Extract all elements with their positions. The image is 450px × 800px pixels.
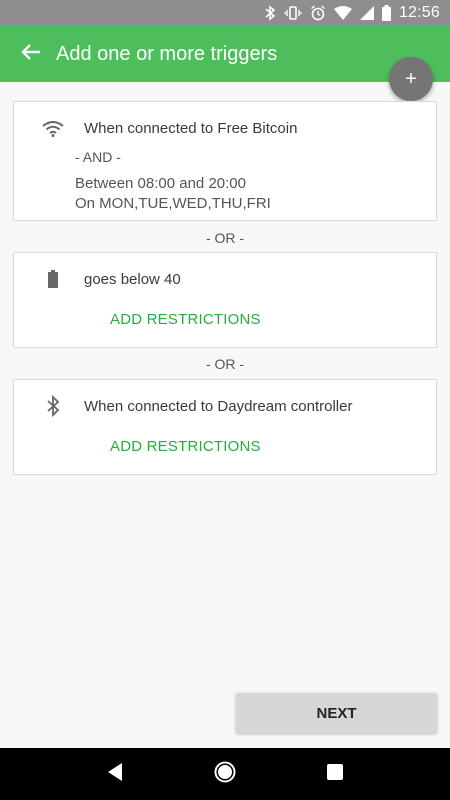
battery-status-icon: [381, 5, 391, 21]
status-time: 12:56: [398, 4, 440, 21]
app-bar: Add one or more triggers: [0, 26, 450, 82]
or-separator: - OR -: [205, 356, 245, 372]
days-text: On MON,TUE,WED,THU,FRI: [75, 195, 271, 212]
bluetooth-status-icon: [264, 5, 276, 21]
bluetooth-icon: [42, 395, 64, 417]
trigger-text: goes below 40: [84, 271, 181, 288]
back-button[interactable]: [3, 26, 59, 82]
plus-icon: +: [405, 67, 417, 90]
nav-home-icon: [213, 760, 237, 789]
vibrate-icon: [284, 5, 302, 21]
or-separator: - OR -: [205, 230, 245, 246]
battery-icon: [42, 268, 64, 290]
wifi-status-icon: [333, 6, 352, 20]
wifi-icon: [42, 118, 64, 140]
trigger-text: When connected to Daydream controller: [84, 398, 353, 415]
next-button[interactable]: NEXT: [236, 693, 437, 733]
trigger-card-wifi[interactable]: When connected to Free Bitcoin - AND - B…: [13, 101, 437, 221]
trigger-card-battery[interactable]: goes below 40 ADD RESTRICTIONS: [13, 252, 437, 348]
nav-recents-button[interactable]: [311, 750, 359, 798]
trigger-card-bluetooth[interactable]: When connected to Daydream controller AD…: [13, 379, 437, 475]
navigation-bar: [0, 748, 450, 800]
time-range-text: Between 08:00 and 20:00: [75, 175, 246, 192]
add-trigger-button[interactable]: +: [389, 57, 433, 101]
nav-recents-icon: [326, 763, 344, 786]
nav-back-button[interactable]: [91, 750, 139, 798]
and-label: - AND -: [75, 149, 121, 165]
trigger-text: When connected to Free Bitcoin: [84, 120, 298, 137]
nav-back-icon: [106, 762, 124, 787]
arrow-back-icon: [21, 43, 41, 66]
signal-icon: [359, 6, 374, 20]
nav-home-button[interactable]: [201, 750, 249, 798]
status-icons: [264, 5, 391, 21]
alarm-icon: [310, 5, 326, 21]
status-bar: 12:56: [0, 0, 450, 26]
page-title: Add one or more triggers: [56, 42, 278, 65]
add-restrictions-button[interactable]: ADD RESTRICTIONS: [110, 311, 261, 328]
add-restrictions-button[interactable]: ADD RESTRICTIONS: [110, 438, 261, 455]
